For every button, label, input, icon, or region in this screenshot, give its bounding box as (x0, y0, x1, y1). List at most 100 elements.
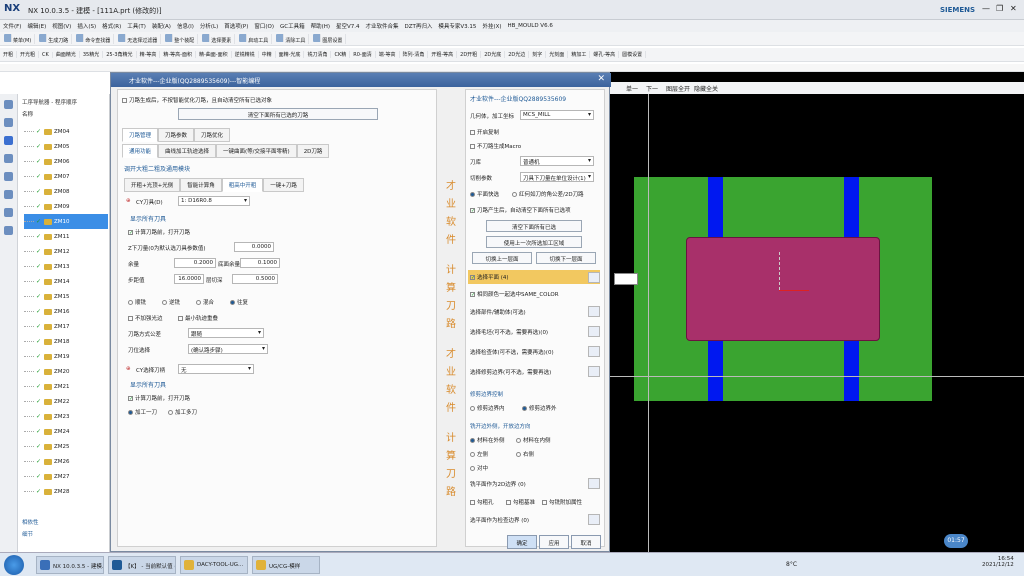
nav-item[interactable]: ✓ ZM10 (24, 214, 108, 229)
tb2-item-6[interactable]: 精-等高 (137, 51, 161, 58)
plane-select-icon[interactable] (588, 272, 600, 283)
tb1-item-1[interactable]: 生成刀路 (35, 33, 73, 44)
menu-item-10[interactable]: 窗口(O) (251, 22, 277, 30)
tabs2-tab-1[interactable]: 曲线加工轨迹选择 (158, 144, 217, 158)
dependencies-link[interactable]: 相依性 (22, 518, 39, 526)
menu-item-7[interactable]: 信息(I) (174, 22, 197, 30)
check-boundary-icon[interactable] (588, 514, 600, 525)
tb2-item-14[interactable]: R0-面清 (350, 51, 376, 58)
tb2-item-0[interactable]: 开粗 (0, 51, 18, 58)
copy-check[interactable]: 开启复制 (470, 128, 499, 136)
side-radio-3[interactable]: 右侧 (516, 450, 534, 458)
nav-item[interactable]: ✓ ZM11 (24, 229, 108, 244)
menu-item-11[interactable]: GC工具箱 (277, 22, 308, 30)
side-radio-1[interactable]: 材料在内侧 (516, 436, 551, 444)
menu-item-4[interactable]: 格式(R) (99, 22, 124, 30)
tb1-item-2[interactable]: 命令查找器 (72, 33, 115, 44)
menu-item-17[interactable]: 外挂(X) (479, 22, 504, 30)
nav-item[interactable]: ✓ ZM22 (24, 394, 108, 409)
select-row-3[interactable]: 选择修剪边界(可不选，需要再选) (470, 368, 551, 376)
nav-item[interactable]: ✓ ZM06 (24, 154, 108, 169)
tb2-item-10[interactable]: 中精 (259, 51, 276, 58)
side-radio-2[interactable]: 左侧 (470, 450, 488, 458)
boundary-in-radio[interactable]: 修剪边界内 (470, 404, 505, 412)
z-down-input[interactable]: 0.0000 (234, 242, 274, 252)
vt-next[interactable]: 下一 (646, 84, 658, 93)
side-radio-0[interactable]: 材料在外侧 (470, 436, 505, 444)
taskbar-app-2[interactable]: DACY-TOOL-UG... (180, 556, 248, 574)
vt-single[interactable]: 单一 (626, 84, 638, 93)
tabs1-tab-1[interactable]: 刀路参数 (158, 128, 195, 142)
tb2-item-16[interactable]: 阵列-清角 (400, 51, 429, 58)
show-all-tools-link[interactable]: 显示所有刀具 (130, 214, 166, 223)
tabs3-tab-0[interactable]: 开粗+光顶+光侧 (124, 178, 181, 192)
nav-item[interactable]: ✓ ZM14 (24, 274, 108, 289)
vt-layers-on[interactable]: 图层全开 (666, 84, 690, 93)
tabs2-tab-2[interactable]: 一键曲面(等/交接平面零精) (216, 144, 297, 158)
taskbar-app-1[interactable]: 【K】 - 当前默认值 (D)... (108, 556, 176, 574)
nav-item[interactable]: ✓ ZM24 (24, 424, 108, 439)
plane-2d-icon[interactable] (588, 478, 600, 489)
prev-layer-button[interactable]: 切换上一层面 (472, 252, 532, 264)
tb2-item-18[interactable]: 2D开粗 (457, 51, 482, 58)
dialog-close-button[interactable]: ✕ (597, 74, 605, 84)
select-row-1[interactable]: 选择毛坯(可不选，需要再选)(0) (470, 328, 548, 336)
boundary-out-radio[interactable]: 修剪边界外 (522, 404, 557, 412)
menu-item-18[interactable]: HB_MOULD V6.6 (505, 23, 556, 29)
role-icon[interactable] (4, 226, 13, 235)
select-row-icon[interactable] (588, 346, 600, 357)
tb1-item-3[interactable]: 无选择过滤器 (114, 33, 162, 44)
mode-radio-0[interactable]: 顺铣 (128, 298, 146, 306)
tb1-item-8[interactable]: 图层设置 (309, 33, 347, 44)
part-icon[interactable] (4, 118, 13, 127)
cancel-button[interactable]: 取消 (571, 535, 601, 549)
tb2-item-3[interactable]: 曲面精光 (53, 51, 80, 58)
menu-item-8[interactable]: 分析(L) (197, 22, 221, 30)
menu-item-16[interactable]: 模具专家V3.15 (435, 22, 479, 30)
tabs2-tab-3[interactable]: 2D刀路 (296, 144, 330, 158)
clear-toolpaths-button[interactable]: 清空下面所有已选的刀路 (178, 108, 378, 120)
mode-radio-3[interactable]: 往复 (230, 298, 248, 306)
opt-tolerance-radio[interactable]: 红何如刀的角公差/2D刀路 (512, 190, 584, 198)
selection-bar-icon[interactable] (614, 273, 638, 285)
navigator-icon[interactable] (4, 100, 13, 109)
tb1-item-5[interactable]: 选择要素 (198, 33, 236, 44)
taskbar-app-3[interactable]: UG/CG-模样 (252, 556, 320, 574)
select-row-icon[interactable] (588, 326, 600, 337)
position-select[interactable]: (确认路步骤) (188, 344, 268, 354)
nav-item[interactable]: ✓ ZM28 (24, 484, 108, 499)
cut-select[interactable]: 刀具下刀量在单位设计(1) (520, 172, 594, 182)
min-overlap-check[interactable]: 最小轨迹重叠 (178, 314, 218, 322)
nav-item[interactable]: ✓ ZM27 (24, 469, 108, 484)
part-pink-face[interactable] (686, 237, 880, 341)
coord-select[interactable]: MCS_MILL (520, 110, 594, 120)
menu-item-12[interactable]: 帮助(H) (308, 22, 333, 30)
tb2-item-21[interactable]: 刻字 (529, 51, 547, 58)
tb2-item-1[interactable]: 开光粗 (17, 51, 40, 58)
nav-item[interactable]: ✓ ZM21 (24, 379, 108, 394)
reuse-area-button[interactable]: 使用上一次所选加工区域 (486, 236, 582, 248)
history-icon[interactable] (4, 190, 13, 199)
stepover-input[interactable]: 16.0000 (174, 274, 204, 284)
tabs1-tab-2[interactable]: 刀路优化 (194, 128, 231, 142)
tb2-item-7[interactable]: 精-等高-面积 (160, 51, 196, 58)
nav-item[interactable]: ✓ ZM19 (24, 349, 108, 364)
ref-select[interactable]: 普通机 (520, 156, 594, 166)
opt-plane-radio[interactable]: 平面快选 (470, 190, 499, 198)
details-link[interactable]: 细节 (22, 530, 33, 538)
menu-item-15[interactable]: DZT再归入 (402, 22, 436, 30)
tb1-item-0[interactable]: 菜单(M) (0, 33, 36, 44)
tb2-item-2[interactable]: CK (39, 51, 53, 58)
tb2-item-22[interactable]: 光刻面 (546, 51, 569, 58)
opt-check-2[interactable]: 勾铣附加属性 (542, 498, 582, 506)
select-plane-check[interactable]: ✓ 选择平面 (4) (470, 273, 509, 281)
tb2-item-5[interactable]: 25-3角精光 (103, 51, 137, 58)
system-icon[interactable] (4, 208, 13, 217)
ok-button[interactable]: 确定 (507, 535, 537, 549)
method-select[interactable]: 跟随 (188, 328, 264, 338)
holder-select[interactable]: 无 (178, 364, 254, 374)
floor-stock-input[interactable]: 0.1000 (240, 258, 280, 268)
show-all-tools-link-2[interactable]: 显示所有刀具 (130, 380, 166, 389)
tb2-item-15[interactable]: 端-等高 (376, 51, 400, 58)
nav-item[interactable]: ✓ ZM04 (24, 124, 108, 139)
